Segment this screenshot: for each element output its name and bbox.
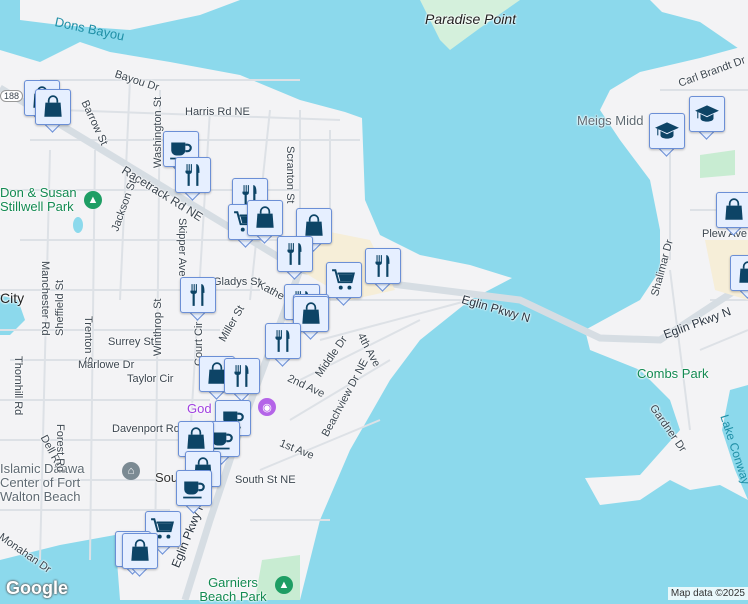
road-label: Marlowe Dr: [78, 359, 135, 371]
shopping-bag-icon: [730, 255, 748, 291]
road-label: Thornhill Rd: [12, 356, 24, 416]
park-icon: ▲: [275, 576, 293, 594]
poi-label: Meigs Midd: [577, 113, 644, 128]
school-marker[interactable]: [689, 96, 725, 140]
place-label: Paradise Point: [425, 11, 517, 27]
school-icon: [689, 96, 725, 132]
school-icon: [649, 113, 685, 149]
restaurant-icon: [224, 358, 260, 394]
poi-label: Sou: [155, 470, 179, 485]
restaurant-icon: [175, 157, 211, 193]
restaurant-marker[interactable]: [277, 236, 313, 280]
park-icon: ▲: [84, 191, 102, 209]
shopping-bag-icon: [35, 89, 71, 125]
shopping-bag-icon: [247, 200, 283, 236]
shopping-bag-marker[interactable]: [716, 192, 748, 236]
shopping-bag-marker[interactable]: [35, 89, 71, 133]
road-label: Skipper Ave: [176, 218, 188, 277]
road-label: Manchester Rd: [39, 261, 51, 336]
coffee-icon: [176, 470, 212, 506]
shopping-bag-icon: [716, 192, 748, 228]
camera-icon: ◉: [258, 398, 276, 416]
road-label: Gladys St: [213, 276, 261, 288]
restaurant-icon: [277, 236, 313, 272]
shopping-bag-icon: [122, 533, 158, 569]
road-label: Forest Rd: [54, 424, 66, 473]
road-label: Harris Rd NE: [185, 106, 250, 118]
restaurant-marker[interactable]: [224, 358, 260, 402]
park-label: Don & Susan Stillwell Park: [0, 185, 77, 214]
restaurant-icon: [365, 248, 401, 284]
coffee-marker[interactable]: [176, 470, 212, 514]
map-attribution[interactable]: Map data ©2025: [667, 587, 748, 600]
map-canvas[interactable]: [0, 0, 748, 600]
place-of-worship-icon: ⌂: [122, 462, 140, 480]
poi-label: God: [187, 401, 212, 416]
school-marker[interactable]: [649, 113, 685, 157]
road-label: Sheffield St: [54, 279, 66, 336]
park-label: Combs Park: [637, 366, 709, 381]
road-label: Taylor Cir: [127, 373, 174, 385]
route-shield: 188: [0, 90, 24, 102]
road-label: Davenport Rd: [112, 423, 180, 435]
shopping-bag-marker[interactable]: [122, 533, 158, 577]
grocery-cart-marker[interactable]: [326, 262, 362, 306]
road-label: Surrey St: [108, 336, 154, 348]
road-label: Scranton St: [284, 146, 296, 204]
google-logo: Google: [6, 578, 68, 598]
grocery-cart-icon: [326, 262, 362, 298]
road-label: South St NE: [235, 474, 296, 486]
restaurant-marker[interactable]: [365, 248, 401, 292]
restaurant-marker[interactable]: [265, 323, 301, 367]
restaurant-marker[interactable]: [180, 277, 216, 321]
restaurant-icon: [180, 277, 216, 313]
restaurant-icon: [265, 323, 301, 359]
place-label: City: [0, 290, 25, 306]
restaurant-marker[interactable]: [175, 157, 211, 201]
shopping-bag-marker[interactable]: [730, 255, 748, 299]
